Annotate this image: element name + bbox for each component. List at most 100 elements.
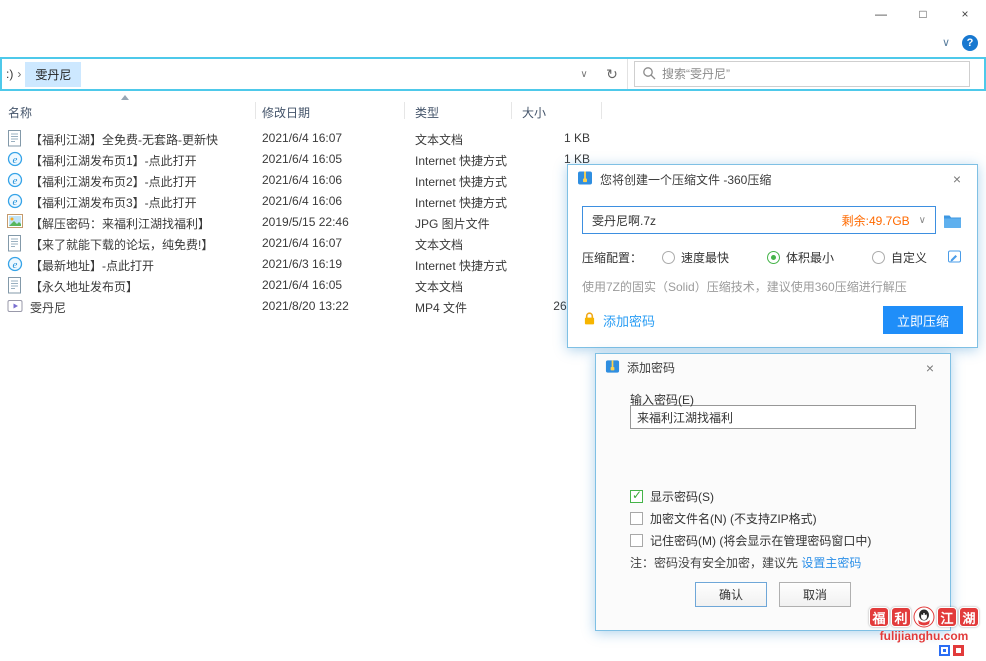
- checkbox-option[interactable]: 加密文件名(N) (不支持ZIP格式): [630, 510, 916, 526]
- svg-text:e: e: [13, 196, 18, 208]
- compress-option[interactable]: 体积最小: [767, 249, 834, 266]
- radio-unchecked-icon: [872, 251, 885, 264]
- file-row[interactable]: e 【最新地址】-点此打开 2021/6/3 16:19 Internet 快捷方式: [0, 254, 605, 275]
- text-file-icon: [7, 235, 24, 252]
- file-row[interactable]: 【解压密码：来福利江湖找福利】2019/5/15 22:46JPG 图片文件: [0, 212, 605, 233]
- file-type: 文本文档: [415, 236, 463, 253]
- address-dropdown-icon[interactable]: ∨: [571, 69, 597, 80]
- watermark-tile: 福: [869, 607, 889, 627]
- radio-checked-icon: [767, 251, 780, 264]
- mini-badge-blue-icon: [939, 645, 950, 659]
- address-bar: :) › 雯丹尼 ∨ ↻: [2, 59, 628, 89]
- compress-dialog-close-button[interactable]: ×: [946, 171, 968, 187]
- set-master-password-link[interactable]: 设置主密码: [801, 556, 861, 570]
- compress-option[interactable]: 自定义: [872, 249, 927, 266]
- minimize-button[interactable]: —: [860, 0, 902, 28]
- password-dialog-body: 输入密码(E) 显示密码(S) 加密文件名(N) (不支持ZIP格式) 记住密码(M…: [596, 391, 950, 607]
- confirm-button[interactable]: 确认: [695, 582, 767, 607]
- file-name: 【最新地址】-点此打开: [30, 257, 154, 274]
- file-row[interactable]: e【福利江湖发布页1】-点此打开2021/6/4 16:05Internet 快…: [0, 149, 605, 170]
- archive-name-input[interactable]: 雯丹尼啊.7z 剩余:49.7GB ∨: [582, 206, 936, 234]
- close-button[interactable]: ×: [944, 0, 986, 28]
- password-note-text: 注：密码没有安全加密，建议先: [630, 556, 801, 570]
- compress-dialog-titlebar[interactable]: 您将创建一个压缩文件 -360压缩 ×: [568, 165, 977, 193]
- password-dialog-close-button[interactable]: ×: [919, 360, 941, 376]
- ribbon-collapse-icon[interactable]: ∨: [942, 36, 950, 49]
- password-dialog-titlebar[interactable]: 添加密码 ×: [596, 354, 950, 381]
- file-date: 2019/5/15 22:46: [262, 215, 349, 229]
- file-row[interactable]: 【福利江湖】全免费-无套路-更新快2021/6/4 16:07文本文档1 KB: [0, 128, 605, 149]
- add-password-label: 添加密码: [603, 311, 655, 330]
- file-name: 【福利江湖发布页2】-点此打开: [30, 173, 197, 190]
- checkbox-label: 记住密码(M) (将会显示在管理密码窗口中): [650, 532, 871, 549]
- custom-settings-icon[interactable]: [947, 249, 963, 265]
- refresh-button[interactable]: ↻: [597, 66, 627, 83]
- file-row[interactable]: e【福利江湖发布页2】-点此打开2021/6/4 16:06Internet 快…: [0, 170, 605, 191]
- ie-file-icon: e: [7, 172, 24, 189]
- compress-option[interactable]: 速度最快: [662, 249, 729, 266]
- file-date: 2021/6/4 16:07: [262, 131, 342, 145]
- file-type: JPG 图片文件: [415, 215, 490, 232]
- checkbox-option[interactable]: 记住密码(M) (将会显示在管理密码窗口中): [630, 532, 916, 548]
- column-separator[interactable]: [255, 102, 256, 119]
- file-date: 2021/8/20 13:22: [262, 299, 349, 313]
- 360zip-icon: [577, 170, 593, 189]
- file-type: Internet 快捷方式: [415, 257, 507, 274]
- file-name: 【来了就能下载的论坛，纯免费!】: [30, 236, 213, 253]
- column-separator[interactable]: [511, 102, 512, 119]
- column-header-date[interactable]: 修改日期: [262, 104, 310, 121]
- column-header-size[interactable]: 大小: [522, 104, 546, 121]
- file-name: 【福利江湖发布页3】-点此打开: [30, 194, 197, 211]
- file-type: MP4 文件: [415, 299, 467, 316]
- checkbox-option[interactable]: 显示密码(S): [630, 488, 916, 504]
- disk-space-remaining: 剩余:49.7GB: [842, 212, 910, 229]
- ie-file-icon: e: [7, 151, 24, 168]
- browse-folder-icon[interactable]: [943, 212, 963, 228]
- file-name: 【福利江湖发布页1】-点此打开: [30, 152, 197, 169]
- compress-now-button[interactable]: 立即压缩: [883, 306, 963, 334]
- cancel-button[interactable]: 取消: [779, 582, 851, 607]
- file-name: 【福利江湖】全免费-无套路-更新快: [30, 131, 218, 148]
- compress-dialog-body: 雯丹尼啊.7z 剩余:49.7GB ∨ 压缩配置： 速度最快体积最小自定义 使用…: [568, 206, 977, 334]
- column-separator[interactable]: [404, 102, 405, 119]
- text-file-icon: [7, 277, 24, 294]
- file-type: 文本文档: [415, 278, 463, 295]
- column-header-type[interactable]: 类型: [415, 104, 439, 121]
- mascot-icon: [913, 606, 935, 628]
- column-header-name[interactable]: 名称: [8, 104, 32, 121]
- password-note: 注：密码没有安全加密，建议先 设置主密码: [630, 554, 916, 569]
- archive-name-dropdown-icon[interactable]: ∨: [919, 215, 926, 226]
- password-input-label: 输入密码(E): [630, 391, 916, 405]
- compress-dialog: 您将创建一个压缩文件 -360压缩 × 雯丹尼啊.7z 剩余:49.7GB ∨ …: [567, 164, 978, 348]
- ie-file-icon: e: [7, 193, 24, 210]
- watermark-tile: 湖: [959, 607, 979, 627]
- checkbox-unchecked-icon: [630, 512, 643, 525]
- file-date: 2021/6/3 16:19: [262, 257, 342, 271]
- breadcrumb-drive[interactable]: :): [6, 67, 13, 81]
- list-header: 名称 修改日期 类型 大小: [0, 94, 986, 122]
- svg-text:e: e: [13, 259, 18, 271]
- file-row[interactable]: 【来了就能下载的论坛，纯免费!】2021/6/4 16:07文本文档: [0, 233, 605, 254]
- breadcrumb-current[interactable]: 雯丹尼: [25, 62, 81, 87]
- sort-ascending-icon[interactable]: [121, 95, 129, 100]
- search-box[interactable]: [634, 61, 970, 87]
- file-row[interactable]: 【永久地址发布页】2021/6/4 16:05文本文档: [0, 275, 605, 296]
- file-row[interactable]: 雯丹尼2021/8/20 13:22MP4 文件260,35: [0, 296, 605, 317]
- file-type: Internet 快捷方式: [415, 194, 507, 211]
- search-input[interactable]: [662, 67, 962, 81]
- lock-icon: [582, 311, 597, 329]
- maximize-button[interactable]: □: [902, 0, 944, 28]
- file-date: 2021/6/4 16:06: [262, 194, 342, 208]
- checkbox-checked-icon: [630, 490, 643, 503]
- file-date: 2021/6/4 16:06: [262, 173, 342, 187]
- file-type: 文本文档: [415, 131, 463, 148]
- checkbox-unchecked-icon: [630, 534, 643, 547]
- password-input[interactable]: [630, 405, 916, 429]
- add-password-link[interactable]: 添加密码: [582, 311, 655, 330]
- file-row[interactable]: e 【福利江湖发布页3】-点此打开 2021/6/4 16:06 Internet 快…: [0, 191, 605, 212]
- column-separator[interactable]: [601, 102, 602, 119]
- file-date: 2021/6/4 16:05: [262, 278, 342, 292]
- archive-filename[interactable]: 雯丹尼啊.7z: [592, 212, 833, 229]
- address-band: :) › 雯丹尼 ∨ ↻: [0, 57, 986, 91]
- help-button[interactable]: ?: [962, 35, 978, 51]
